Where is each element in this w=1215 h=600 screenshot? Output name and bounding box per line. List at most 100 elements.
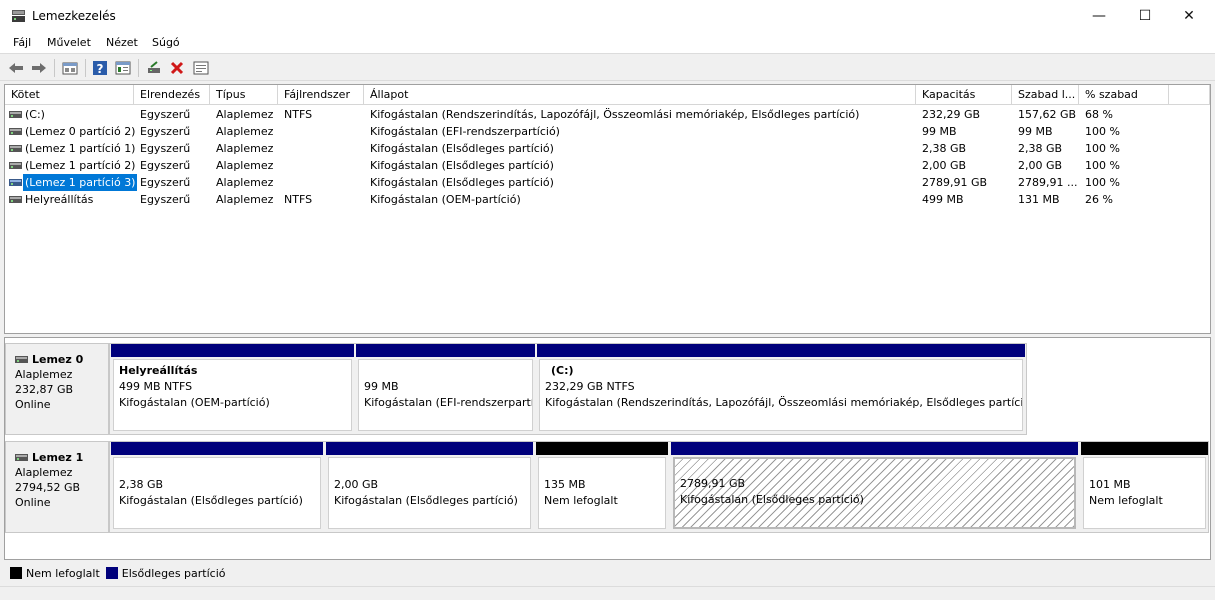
column-header-capacity[interactable]: Kapacitás	[916, 85, 1012, 105]
partition-size: 499 MB NTFS	[119, 380, 193, 393]
disk-management-icon	[12, 10, 25, 22]
table-row[interactable]: (Lemez 1 partíció 1) Egyszerű Alaplemez …	[5, 140, 1210, 157]
cell-free-space: 2789,91 ...	[1018, 176, 1078, 189]
unallocated-bar	[536, 442, 668, 455]
partition-status: Kifogástalan (Elsődleges partíció)	[680, 493, 864, 506]
cell-percent-free: 100 %	[1085, 176, 1120, 189]
maximize-button[interactable]: ☐	[1122, 0, 1168, 32]
disk-list-icon[interactable]	[60, 58, 80, 78]
back-icon[interactable]	[6, 58, 26, 78]
disk-icon	[15, 454, 28, 461]
partition-title: (C:)	[551, 364, 574, 377]
cell-percent-free: 100 %	[1085, 159, 1120, 172]
column-header-status[interactable]: Állapot	[364, 85, 916, 105]
properties-icon[interactable]	[113, 58, 133, 78]
disk-type: Alaplemez	[15, 368, 73, 381]
table-row-selected[interactable]: (Lemez 1 partíció 3) Egyszerű Alaplemez …	[5, 174, 1210, 191]
status-bar	[0, 586, 1215, 600]
forward-icon[interactable]	[29, 58, 49, 78]
cell-filesystem: NTFS	[284, 193, 313, 206]
cell-layout: Egyszerű	[140, 125, 191, 138]
table-row[interactable]: Helyreállítás Egyszerű Alaplemez NTFS Ki…	[5, 191, 1210, 208]
column-header-percent-free[interactable]: % szabad	[1079, 85, 1169, 105]
disk-size: 2794,52 GB	[15, 481, 81, 494]
partition-size: 101 MB	[1089, 478, 1131, 491]
cell-percent-free: 100 %	[1085, 125, 1120, 138]
cell-free-space: 2,00 GB	[1018, 159, 1063, 172]
column-header-layout[interactable]: Elrendezés	[134, 85, 210, 105]
cell-capacity: 2,00 GB	[922, 159, 967, 172]
column-header-type[interactable]: Típus	[210, 85, 278, 105]
window-title: Lemezkezelés	[32, 9, 116, 23]
column-header-free-space[interactable]: Szabad l...	[1012, 85, 1079, 105]
delete-icon[interactable]	[167, 58, 187, 78]
column-header-volume[interactable]: Kötet	[5, 85, 134, 105]
partition[interactable]: Helyreállítás 499 MB NTFS Kifogástalan (…	[111, 344, 354, 433]
column-header-filesystem[interactable]: Fájlrendszer	[278, 85, 364, 105]
primary-partition-bar	[671, 442, 1078, 455]
partition-unallocated[interactable]: 101 MB Nem lefoglalt	[1081, 442, 1208, 531]
cell-status: Kifogástalan (Elsődleges partíció)	[370, 142, 554, 155]
cell-type: Alaplemez	[216, 125, 274, 138]
cell-type: Alaplemez	[216, 108, 274, 121]
partition-status: Kifogástalan (OEM-partíció)	[119, 396, 270, 409]
partition[interactable]: 2,38 GB Kifogástalan (Elsődleges partíci…	[111, 442, 323, 531]
disk-0-label[interactable]: Lemez 0 Alaplemez 232,87 GB Online	[5, 343, 109, 435]
volume-icon	[9, 162, 22, 169]
partition-status: Nem lefoglalt	[1089, 494, 1163, 507]
partition-status: Kifogástalan (Elsődleges partíció)	[334, 494, 518, 507]
legend-swatch-primary	[105, 567, 118, 579]
title-bar: Lemezkezelés — ☐ ✕	[0, 0, 1215, 32]
cell-type: Alaplemez	[216, 142, 274, 155]
partition[interactable]: 99 MB Kifogástalan (EFI-rendszerpartíc	[356, 344, 535, 433]
menu-help[interactable]: Súgó	[152, 36, 180, 49]
partition[interactable]: (C:) 232,29 GB NTFS Kifogástalan (Rendsz…	[537, 344, 1025, 433]
disk-name: Lemez 1	[32, 451, 84, 464]
cell-percent-free: 68 %	[1085, 108, 1113, 121]
legend-swatch-unallocated	[10, 567, 22, 579]
table-row[interactable]: (Lemez 1 partíció 2) Egyszerű Alaplemez …	[5, 157, 1210, 174]
cell-capacity: 99 MB	[922, 125, 957, 138]
disk-1-partitions: 2,38 GB Kifogástalan (Elsődleges partíci…	[109, 441, 1209, 533]
disk-1-label[interactable]: Lemez 1 Alaplemez 2794,52 GB Online	[5, 441, 109, 533]
cell-free-space: 131 MB	[1018, 193, 1060, 206]
menu-file[interactable]: Fájl	[13, 36, 31, 49]
partition-size: 232,29 GB NTFS	[545, 380, 635, 393]
disk-graphical-view: Lemez 0 Alaplemez 232,87 GB Online Helyr…	[4, 337, 1211, 560]
cell-capacity: 499 MB	[922, 193, 964, 206]
menu-action[interactable]: Művelet	[47, 36, 91, 49]
cell-capacity: 2,38 GB	[922, 142, 967, 155]
partition-size: 135 MB	[544, 478, 586, 491]
cell-type: Alaplemez	[216, 193, 274, 206]
cell-volume: Helyreállítás	[25, 193, 94, 206]
help-icon[interactable]: ?	[90, 58, 110, 78]
cell-status: Kifogástalan (Rendszerindítás, Lapozófáj…	[370, 108, 860, 121]
cell-layout: Egyszerű	[140, 193, 191, 206]
cell-volume: (Lemez 1 partíció 2)	[25, 159, 136, 172]
legend-label-unallocated: Nem lefoglalt	[26, 566, 100, 580]
cell-type: Alaplemez	[216, 159, 274, 172]
volume-icon	[9, 111, 22, 118]
cell-status: Kifogástalan (OEM-partíció)	[370, 193, 521, 206]
console-icon[interactable]	[191, 58, 211, 78]
cell-volume: (Lemez 0 partíció 2)	[25, 125, 136, 138]
minimize-button[interactable]: —	[1076, 0, 1122, 32]
connect-disk-icon[interactable]	[144, 58, 164, 78]
volume-icon	[9, 196, 22, 203]
table-row[interactable]: (Lemez 0 partíció 2) Egyszerű Alaplemez …	[5, 123, 1210, 140]
cell-volume: (Lemez 1 partíció 1)	[25, 142, 136, 155]
disk-icon	[15, 356, 28, 363]
menu-view[interactable]: Nézet	[106, 36, 138, 49]
partition-status: Kifogástalan (Elsődleges partíció)	[119, 494, 303, 507]
volume-list[interactable]: Kötet Elrendezés Típus Fájlrendszer Álla…	[4, 84, 1211, 334]
cell-volume: (C:)	[25, 108, 45, 121]
toolbar: ?	[0, 55, 1215, 81]
disk-size: 232,87 GB	[15, 383, 74, 396]
cell-free-space: 99 MB	[1018, 125, 1053, 138]
cell-percent-free: 26 %	[1085, 193, 1113, 206]
partition[interactable]: 2,00 GB Kifogástalan (Elsődleges partíci…	[326, 442, 533, 531]
table-row[interactable]: (C:) Egyszerű Alaplemez NTFS Kifogástala…	[5, 106, 1210, 123]
close-button[interactable]: ✕	[1166, 0, 1212, 32]
partition-unallocated[interactable]: 135 MB Nem lefoglalt	[536, 442, 668, 531]
partition-selected[interactable]: 2789,91 GB Kifogástalan (Elsődleges part…	[671, 442, 1078, 531]
